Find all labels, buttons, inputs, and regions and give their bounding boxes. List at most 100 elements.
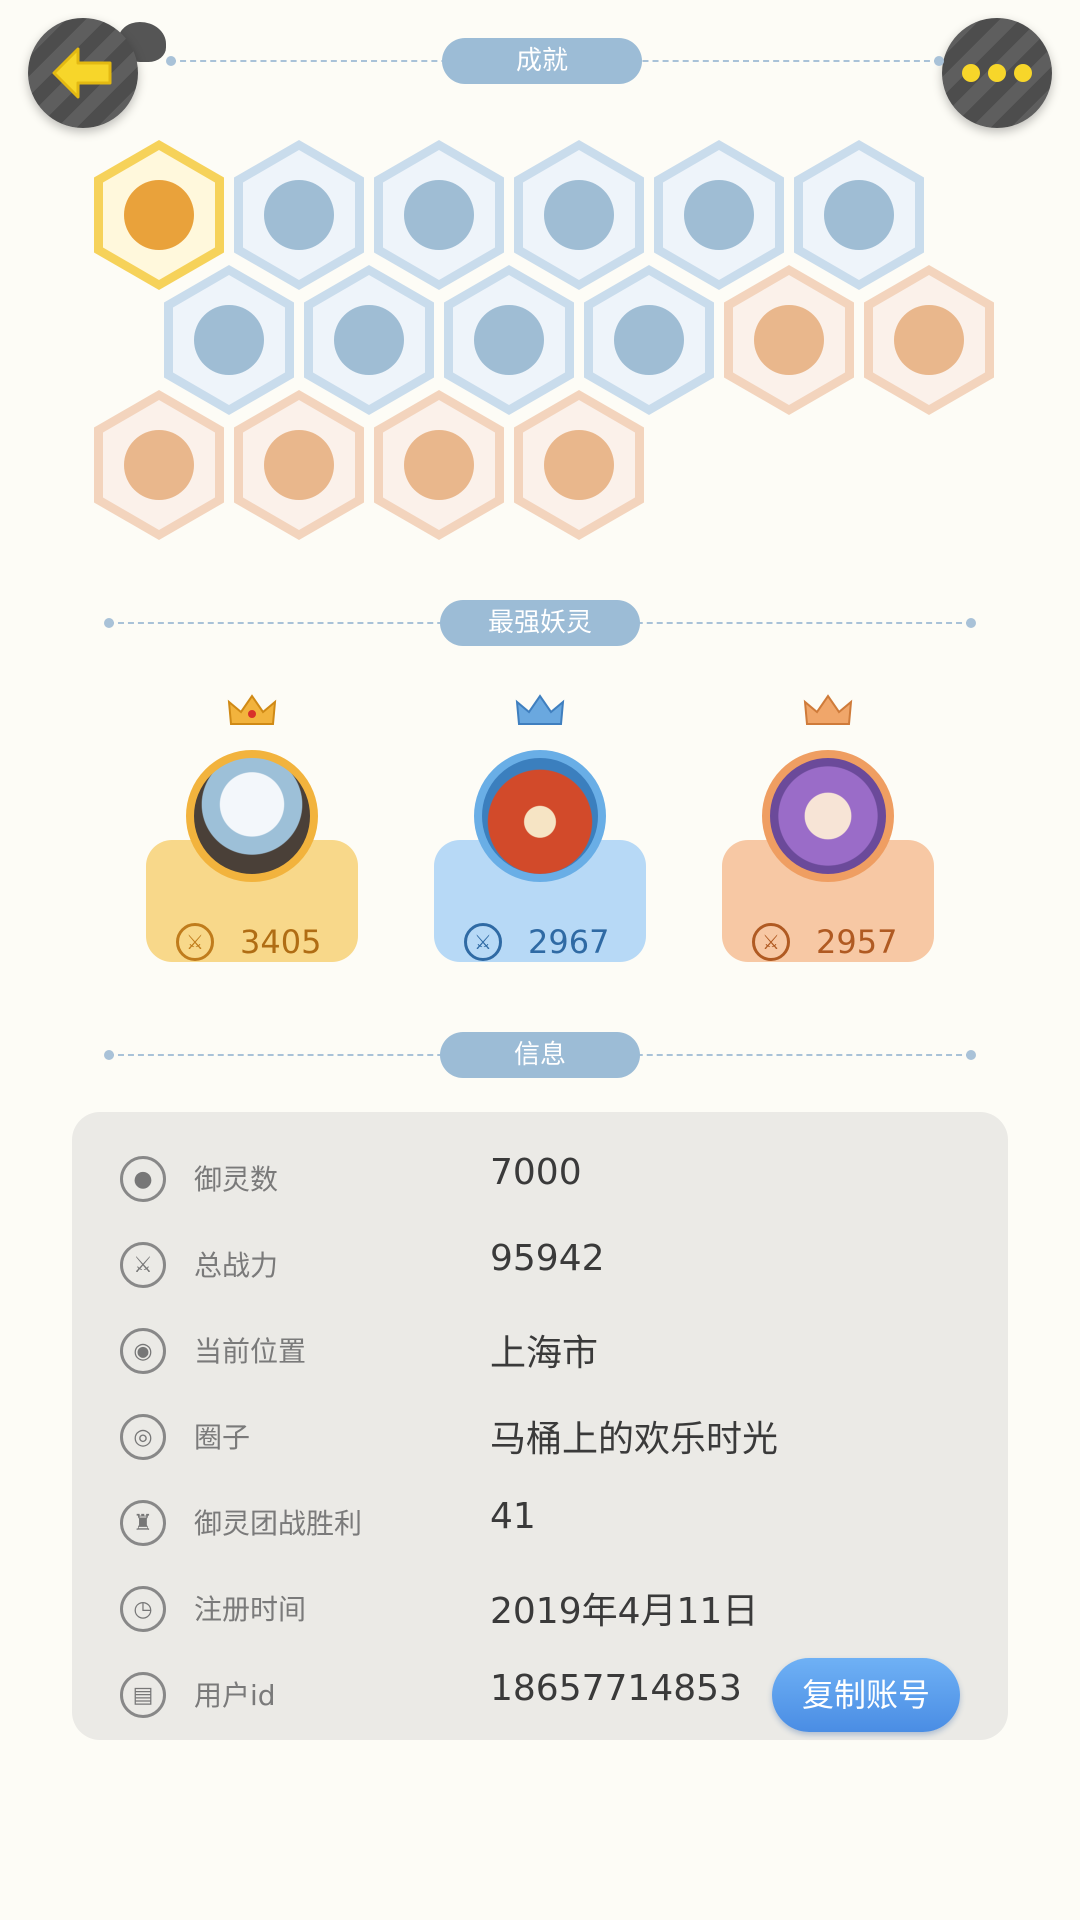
badge-frame — [94, 390, 224, 540]
info-row-register-time: ◷ 注册时间 2019年4月11日 — [72, 1566, 1008, 1652]
location-pin-icon: ◉ — [120, 1328, 166, 1374]
badge-inner — [453, 275, 565, 405]
trophy-icon: ♜ — [120, 1500, 166, 1546]
info-value: 41 — [490, 1496, 536, 1537]
crystal-gem-icon — [824, 180, 894, 250]
spirit-card-1[interactable]: ⚔ 3405 — [146, 694, 358, 962]
badge-inner — [173, 275, 285, 405]
more-button[interactable] — [942, 18, 1052, 128]
badge-inner — [593, 275, 705, 405]
sword-icon: ⚔ — [464, 923, 502, 961]
info-value: 上海市 — [490, 1333, 599, 1374]
badge-inner — [733, 275, 845, 405]
sword-icon: ⚔ — [120, 1242, 166, 1288]
clock-icon: ◷ — [120, 1586, 166, 1632]
koi-fish-icon — [124, 430, 194, 500]
badge-inner — [243, 400, 355, 530]
info-label: 用户id — [194, 1679, 276, 1712]
id-card-icon: ▤ — [120, 1672, 166, 1718]
badge-frame — [374, 390, 504, 540]
spirit-power-value: 3405 — [240, 923, 322, 961]
achievement-badge[interactable] — [724, 265, 854, 415]
spirit-power: ⚔ 2967 — [464, 922, 634, 962]
ox-statue-icon — [264, 430, 334, 500]
yin-yang-wave-icon — [194, 305, 264, 375]
yin-yang-block-icon — [474, 305, 544, 375]
strongest-header: 最强妖灵 — [104, 600, 976, 646]
sword-icon: ⚔ — [752, 923, 790, 961]
spirit-avatar — [762, 750, 894, 882]
two-cats-icon — [404, 430, 474, 500]
badge-inner — [663, 150, 775, 280]
silver-crown-icon — [515, 694, 565, 725]
achievement-badge[interactable] — [234, 390, 364, 540]
badge-inner — [243, 150, 355, 280]
moon-icon — [544, 180, 614, 250]
info-row-circle[interactable]: ◎ 圈子 马桶上的欢乐时光 — [72, 1394, 1008, 1480]
spirit-power-value: 2957 — [816, 923, 898, 961]
badge-inner — [523, 150, 635, 280]
sneaker-icon — [264, 180, 334, 250]
achievements-header: 成就 — [166, 38, 944, 84]
achievement-badge[interactable] — [374, 390, 504, 540]
spirit-avatar — [474, 750, 606, 882]
shield-target-icon — [614, 305, 684, 375]
info-label: 圈子 — [194, 1421, 251, 1454]
arrow-left-icon — [52, 47, 112, 99]
achievements-title: 成就 — [442, 38, 642, 84]
badge-frame — [864, 265, 994, 415]
info-value: 18657714853 — [490, 1668, 742, 1709]
fox-face-icon — [124, 180, 194, 250]
cat-cart-icon — [894, 305, 964, 375]
info-row-location: ◉ 当前位置 上海市 — [72, 1308, 1008, 1394]
spirit-card-3[interactable]: ⚔ 2957 — [722, 694, 934, 962]
badge-inner — [103, 400, 215, 530]
profile-page: 成就 最强妖灵 ⚔ 3405 ⚔ 2967 ⚔ 2957 信息 ● 御灵数 70… — [0, 0, 1080, 1920]
badge-inner — [383, 400, 495, 530]
info-title: 信息 — [440, 1032, 640, 1078]
badge-inner — [383, 150, 495, 280]
badge-frame — [234, 390, 364, 540]
achievement-badge[interactable] — [514, 390, 644, 540]
achievement-badge[interactable] — [94, 390, 224, 540]
gold-crown-icon — [227, 694, 277, 725]
fox-book-icon — [544, 430, 614, 500]
sword-icon: ⚔ — [176, 923, 214, 961]
info-label: 御灵团战胜利 — [194, 1507, 363, 1540]
info-label: 总战力 — [194, 1249, 279, 1282]
spirit-icon: ● — [120, 1156, 166, 1202]
cat-spirit-icon — [334, 305, 404, 375]
crystal-ball-icon — [684, 180, 754, 250]
badge-inner — [313, 275, 425, 405]
spirit-power: ⚔ 2957 — [752, 922, 922, 962]
info-row-spirit-count: ● 御灵数 7000 — [72, 1136, 1008, 1222]
circle-target-icon: ◎ — [120, 1414, 166, 1460]
achievement-badge[interactable] — [864, 265, 994, 415]
badge-inner — [103, 150, 215, 280]
info-label: 注册时间 — [194, 1593, 307, 1626]
strongest-title: 最强妖灵 — [440, 600, 640, 646]
badge-inner — [523, 400, 635, 530]
spirit-power-value: 2967 — [528, 923, 610, 961]
info-panel: ● 御灵数 7000 ⚔ 总战力 95942 ◉ 当前位置 上海市 ◎ 圈子 马… — [72, 1112, 1008, 1740]
target-signpost-icon — [404, 180, 474, 250]
info-value[interactable]: 马桶上的欢乐时光 — [490, 1410, 778, 1462]
spirit-avatar — [186, 750, 318, 882]
badge-inner — [803, 150, 915, 280]
info-row-team-wins: ♜ 御灵团战胜利 41 — [72, 1480, 1008, 1566]
spirit-card-2[interactable]: ⚔ 2967 — [434, 694, 646, 962]
back-button[interactable] — [28, 18, 138, 128]
spirit-power: ⚔ 3405 — [176, 922, 346, 962]
info-row-user-id: ▤ 用户id 18657714853 复制账号 — [72, 1652, 1008, 1738]
copy-account-button[interactable]: 复制账号 — [772, 1658, 960, 1732]
info-row-total-power: ⚔ 总战力 95942 — [72, 1222, 1008, 1308]
badge-inner — [873, 275, 985, 405]
info-value: 95942 — [490, 1238, 605, 1279]
info-label: 御灵数 — [194, 1163, 279, 1196]
info-label: 当前位置 — [194, 1335, 307, 1368]
info-value: 7000 — [490, 1152, 582, 1193]
info-value: 2019年4月11日 — [490, 1591, 759, 1632]
info-header: 信息 — [104, 1032, 976, 1078]
badge-frame — [514, 390, 644, 540]
gingerbread-icon — [754, 305, 824, 375]
